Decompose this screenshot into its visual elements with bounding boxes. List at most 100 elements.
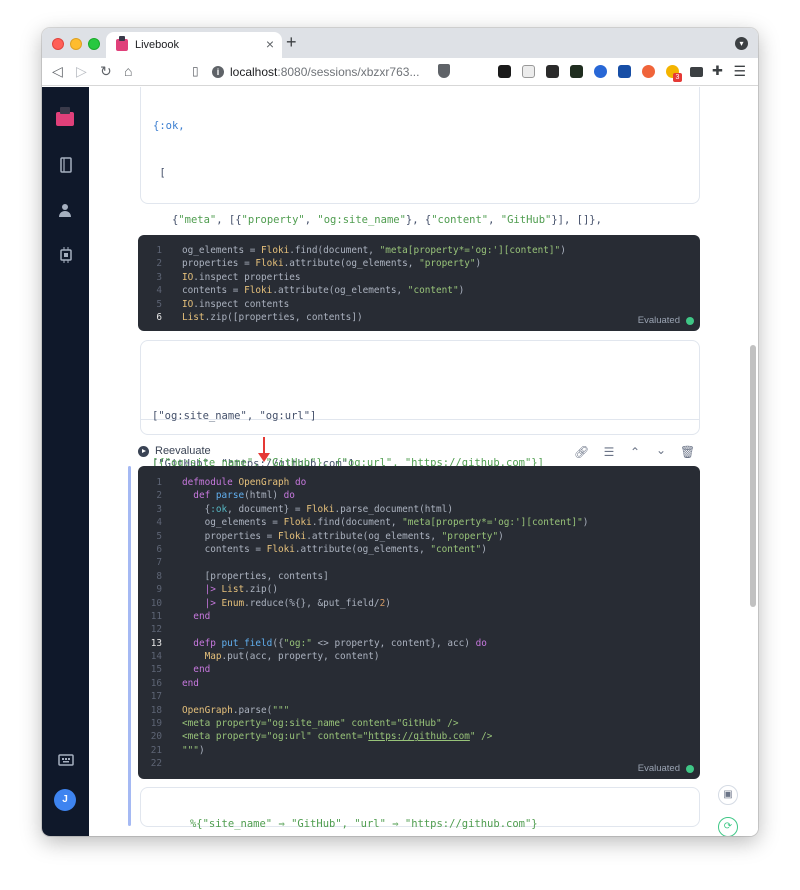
line-number: 10 xyxy=(150,597,162,609)
output-line: [ xyxy=(153,166,166,179)
browser-window: Livebook × + ▾ ◁ ▷ ↻ ⌂ ▯ i localhost:808… xyxy=(42,28,758,836)
stdout-line: ["og:site_name", "og:url"] xyxy=(152,410,317,422)
livebook-app: J {:ok, [ {"meta", [{"property", "og:sit… xyxy=(42,87,758,836)
code-cell-2[interactable]: 1 defmodule OpenGraph do 2 def parse(html… xyxy=(138,466,700,779)
result-text: %{"site_name" ⇒ "GitHub", "url" ⇒ "https… xyxy=(189,818,538,830)
line-number: 19 xyxy=(150,718,162,730)
notion-extension-icon[interactable] xyxy=(498,65,511,78)
address-bar[interactable]: i localhost:8080/sessions/xbzxr763... xyxy=(212,61,454,83)
line-number: 8 xyxy=(156,570,162,582)
reevaluate-label: Reevaluate xyxy=(155,445,211,457)
url-path: :8080/sessions/xbzxr763... xyxy=(277,65,420,79)
browser-toolbar: ◁ ▷ ↻ ⌂ ▯ i localhost:8080/sessions/xbzx… xyxy=(42,58,758,86)
code-cell-2-output: %{"site_name" ⇒ "GitHub", "url" ⇒ "https… xyxy=(140,787,700,830)
maximize-window-button[interactable] xyxy=(88,38,100,50)
tab-livebook[interactable]: Livebook × xyxy=(106,32,282,58)
keyboard-icon[interactable] xyxy=(58,752,74,768)
line-number: 2 xyxy=(156,258,162,270)
tab-search-chevron-icon[interactable]: ▾ xyxy=(735,37,748,50)
line-number: 5 xyxy=(156,298,162,310)
link-icon[interactable]: 🔗︎ xyxy=(574,445,589,459)
previous-cell-output: {:ok, [ {"meta", [{"property", "og:site_… xyxy=(140,87,700,319)
line-number: 16 xyxy=(150,677,162,689)
user-avatar[interactable]: J xyxy=(54,789,76,811)
line-number: 12 xyxy=(150,624,162,636)
code-cell-1-output: ["og:site_name", "og:url"] ["GitHub", "h… xyxy=(140,340,700,470)
line-number: 1 xyxy=(156,477,162,488)
evaluation-status: Evaluated xyxy=(638,315,694,326)
line-number: 13 xyxy=(150,637,162,649)
cpu-icon[interactable] xyxy=(58,247,74,263)
line-number: 22 xyxy=(150,758,162,770)
evaluated-dot-icon xyxy=(686,316,694,325)
line-number: 4 xyxy=(156,517,162,529)
page-scrollbar[interactable] xyxy=(750,345,756,607)
bookmark-icon[interactable]: ▯ xyxy=(192,64,199,78)
output-line: {"meta", [{"property", "og:site_name"}, … xyxy=(153,213,602,226)
evaluation-status: Evaluated xyxy=(638,763,694,774)
line-number: 4 xyxy=(156,285,162,297)
tab-close-icon[interactable]: × xyxy=(266,36,274,52)
forward-button[interactable]: ▷ xyxy=(76,63,87,80)
move-down-icon[interactable]: ⌄ xyxy=(654,443,668,457)
line-number: 6 xyxy=(156,543,162,555)
line-number: 9 xyxy=(156,584,162,596)
move-up-icon[interactable]: ⌃ xyxy=(628,445,642,459)
line-number: 2 xyxy=(156,490,162,502)
line-number: 6 xyxy=(156,311,162,323)
code-cell-1[interactable]: 1 og_elements = Floki.find(document, "met… xyxy=(138,235,700,331)
delete-icon[interactable]: 🗑︎ xyxy=(680,445,695,459)
new-tab-button[interactable]: + xyxy=(286,32,297,53)
play-icon xyxy=(138,445,149,457)
line-number: 1 xyxy=(156,245,162,256)
refresh-icon[interactable]: ⟳ xyxy=(718,817,738,836)
extension-icon[interactable] xyxy=(594,65,607,78)
line-number: 18 xyxy=(150,704,162,716)
line-number: 5 xyxy=(156,530,162,542)
line-number: 11 xyxy=(150,610,162,622)
line-number: 14 xyxy=(150,651,162,663)
extensions-puzzle-icon[interactable]: ✚ xyxy=(712,63,723,79)
livebook-favicon-icon xyxy=(116,36,128,51)
tab-bar: Livebook × + ▾ xyxy=(42,28,758,58)
cell-actions-bar: Reevaluate 🔗︎ ☰ ⌃ ⌄ 🗑︎ xyxy=(138,443,700,463)
line-number: 3 xyxy=(156,271,162,283)
extension-icon[interactable] xyxy=(642,65,655,78)
site-info-icon[interactable]: i xyxy=(212,66,224,78)
reload-button[interactable]: ↻ xyxy=(100,63,112,80)
brave-shield-icon[interactable] xyxy=(438,64,450,78)
livebook-logo-icon[interactable] xyxy=(54,105,76,127)
extension-badge: 3 xyxy=(673,73,682,82)
browser-menu-button[interactable]: ☰ xyxy=(733,63,746,80)
focused-cell-indicator xyxy=(128,466,131,826)
status-text: Evaluated xyxy=(637,315,680,326)
status-text: Evaluated xyxy=(637,763,680,774)
output-line: {:ok, xyxy=(153,120,185,133)
close-window-button[interactable] xyxy=(52,38,64,50)
stdout-output: ["og:site_name", "og:url"] ["GitHub", "h… xyxy=(141,365,699,470)
bitwarden-extension-icon[interactable] xyxy=(618,65,631,78)
url-host: localhost xyxy=(230,65,278,79)
users-icon[interactable] xyxy=(58,202,74,218)
home-button[interactable]: ⌂ xyxy=(124,63,132,79)
line-number: 17 xyxy=(150,691,162,703)
camera-extension-icon[interactable] xyxy=(690,67,703,77)
line-number: 15 xyxy=(150,664,162,676)
line-number: 7 xyxy=(156,557,162,569)
save-icon[interactable]: ▣ xyxy=(718,785,738,805)
notebook-icon[interactable] xyxy=(58,157,74,173)
line-number: 3 xyxy=(156,503,162,515)
settings-icon[interactable]: ☰ xyxy=(602,445,616,459)
extension-icon[interactable] xyxy=(546,65,559,78)
back-button[interactable]: ◁ xyxy=(52,63,63,80)
extension-icon[interactable] xyxy=(522,65,535,78)
tab-title: Livebook xyxy=(135,39,180,51)
annotation-arrow-head-icon xyxy=(258,453,270,462)
extension-icon[interactable] xyxy=(570,65,583,78)
line-number: 21 xyxy=(150,744,162,756)
sidebar: J xyxy=(42,87,89,836)
line-number: 20 xyxy=(150,731,162,743)
reevaluate-button[interactable]: Reevaluate xyxy=(138,445,211,457)
evaluated-dot-icon xyxy=(686,764,694,773)
minimize-window-button[interactable] xyxy=(70,38,82,50)
